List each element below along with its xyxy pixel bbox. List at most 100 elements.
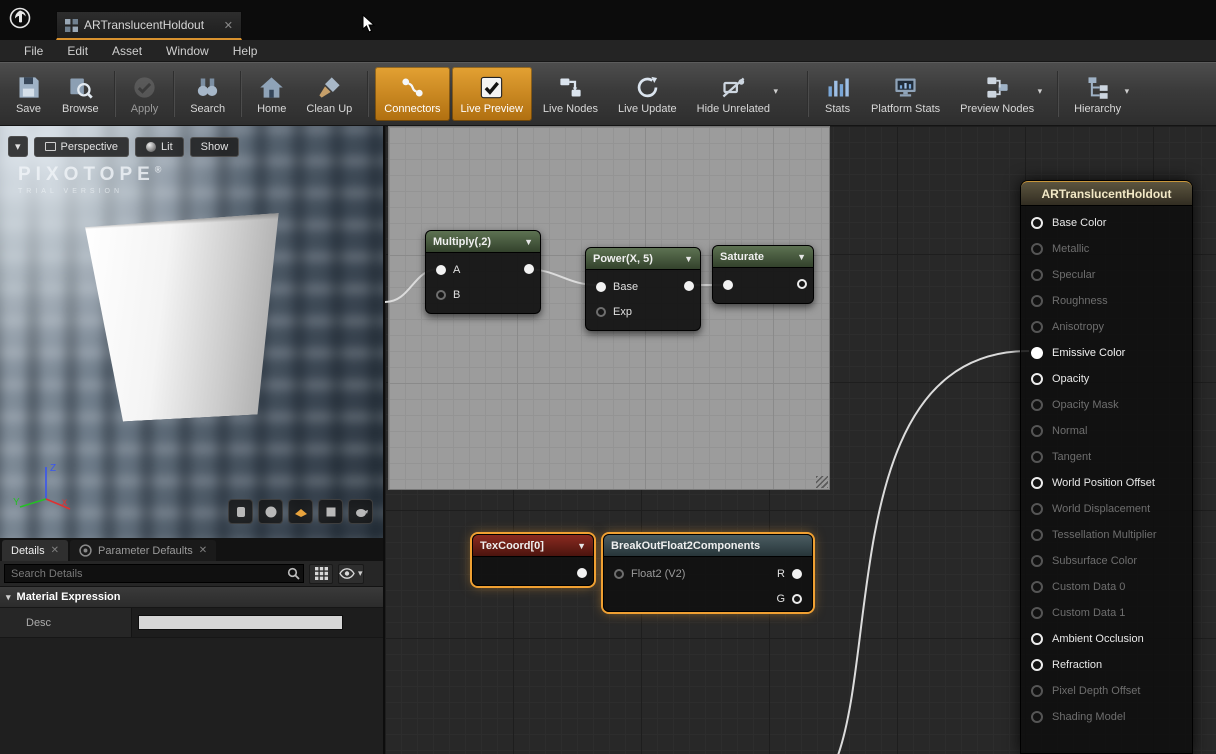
menu-file[interactable]: File (14, 42, 53, 60)
output-pin-g[interactable] (792, 594, 802, 604)
pin-base-color[interactable]: Base Color (1021, 210, 1192, 236)
output-pin[interactable] (524, 264, 534, 274)
node-caret-icon[interactable]: ▼ (577, 541, 586, 551)
perspective-button[interactable]: Perspective (34, 137, 129, 157)
pin-emissive-color[interactable]: Emissive Color (1021, 340, 1192, 366)
pin-custom-data-1[interactable]: Custom Data 1 (1021, 600, 1192, 626)
preview-nodes-caret-icon[interactable]: ▾ (1038, 86, 1043, 97)
visibility-filter-button[interactable]: ▾ (338, 564, 364, 584)
material-expression-section-header[interactable]: ▾ Material Expression (0, 587, 383, 608)
hide-unrelated-caret-icon[interactable]: ▾ (774, 86, 779, 97)
preview-viewport[interactable]: PIXOTOPE® TRIAL VERSION ▾ Perspective Li… (0, 126, 385, 538)
input-pin-b[interactable] (436, 290, 446, 300)
asset-tab[interactable]: ARTranslucentHoldout ✕ (56, 11, 242, 40)
pin-refraction[interactable]: Refraction (1021, 652, 1192, 678)
input-pin-a[interactable] (436, 265, 446, 275)
tab-parameter-defaults-close-icon[interactable]: ✕ (199, 545, 207, 556)
tab-details-close-icon[interactable]: ✕ (51, 545, 59, 556)
node-saturate[interactable]: Saturate ▼ (712, 245, 814, 304)
menu-window[interactable]: Window (156, 42, 219, 60)
display-filter-grid-button[interactable] (309, 564, 333, 584)
browse-button[interactable]: Browse (53, 67, 108, 121)
output-pin[interactable] (577, 568, 587, 578)
pin-world-displacement[interactable]: World Displacement (1021, 496, 1192, 522)
toolbar-separator (1057, 71, 1059, 117)
node-power[interactable]: Power(X, 5) ▼ Base Exp (585, 247, 701, 331)
lit-button[interactable]: Lit (135, 137, 184, 157)
axis-y-label: Y (13, 497, 20, 508)
node-texcoord[interactable]: TexCoord[0] ▼ (472, 534, 594, 586)
show-button[interactable]: Show (190, 137, 240, 157)
desc-input[interactable] (138, 615, 343, 630)
home-button[interactable]: Home (248, 67, 295, 121)
node-caret-icon[interactable]: ▼ (684, 254, 693, 264)
pin-anisotropy[interactable]: Anisotropy (1021, 314, 1192, 340)
preview-nodes-button[interactable]: Preview Nodes ▾ (951, 67, 1043, 121)
node-caret-icon[interactable]: ▼ (524, 237, 533, 247)
pin-icon (1031, 217, 1043, 229)
cube-shape-button[interactable] (318, 499, 343, 524)
toolbar-separator (367, 71, 369, 117)
pin-world-position-offset[interactable]: World Position Offset (1021, 470, 1192, 496)
pin-subsurface-color[interactable]: Subsurface Color (1021, 548, 1192, 574)
output-pin-r[interactable] (792, 569, 802, 579)
pin-custom-data-0[interactable]: Custom Data 0 (1021, 574, 1192, 600)
output-pin[interactable] (797, 279, 807, 289)
pin-opacity-mask[interactable]: Opacity Mask (1021, 392, 1192, 418)
sphere-shape-button[interactable] (258, 499, 283, 524)
input-pin-base[interactable] (596, 282, 606, 292)
plane-shape-button[interactable] (288, 499, 313, 524)
live-nodes-button[interactable]: Live Nodes (534, 67, 607, 121)
input-pin[interactable] (723, 280, 733, 290)
search-details-input[interactable] (4, 564, 304, 583)
browse-icon (67, 74, 94, 101)
pin-roughness[interactable]: Roughness (1021, 288, 1192, 314)
preview-nodes-icon (984, 74, 1011, 101)
tab-details[interactable]: Details ✕ (2, 540, 68, 561)
input-pin-exp[interactable] (596, 307, 606, 317)
search-button[interactable]: Search (181, 67, 234, 121)
viewport-options-button[interactable]: ▾ (8, 136, 28, 157)
live-update-button[interactable]: Live Update (609, 67, 686, 121)
clean-up-button[interactable]: Clean Up (297, 67, 361, 121)
menu-help[interactable]: Help (223, 42, 268, 60)
connectors-button[interactable]: Connectors (375, 67, 449, 121)
pin-specular[interactable]: Specular (1021, 262, 1192, 288)
pin-shading-model[interactable]: Shading Model (1021, 704, 1192, 730)
output-pin[interactable] (684, 281, 694, 291)
menu-asset[interactable]: Asset (102, 42, 152, 60)
pin-tangent[interactable]: Tangent (1021, 444, 1192, 470)
toolbar-separator (807, 71, 809, 117)
node-multiply[interactable]: Multiply(,2) ▼ A B (425, 230, 541, 314)
pin-icon (1031, 425, 1043, 437)
pin-ambient-occlusion[interactable]: Ambient Occlusion (1021, 626, 1192, 652)
cylinder-shape-button[interactable] (228, 499, 253, 524)
hierarchy-caret-icon[interactable]: ▾ (1125, 86, 1130, 97)
hierarchy-button[interactable]: Hierarchy ▾ (1065, 67, 1130, 121)
pin-opacity[interactable]: Opacity (1021, 366, 1192, 392)
tab-close-icon[interactable]: ✕ (224, 19, 233, 32)
pin-tessellation-multiplier[interactable]: Tessellation Multiplier (1021, 522, 1192, 548)
pin-normal[interactable]: Normal (1021, 418, 1192, 444)
connectors-icon (399, 74, 426, 101)
node-caret-icon[interactable]: ▼ (797, 252, 806, 262)
material-graph[interactable]: Multiply(,2) ▼ A B Power(X, 5) ▼ (385, 126, 1216, 754)
pin-icon (1031, 711, 1043, 723)
live-preview-button[interactable]: Live Preview (452, 67, 532, 121)
node-material-result[interactable]: ARTranslucentHoldout Base Color Metallic… (1020, 180, 1193, 754)
stats-button[interactable]: Stats (815, 67, 860, 121)
node-breakout-float2[interactable]: BreakOutFloat2Components Float2 (V2) R G (603, 534, 813, 612)
teapot-shape-button[interactable] (348, 499, 373, 524)
platform-stats-button[interactable]: Platform Stats (862, 67, 949, 121)
pin-pixel-depth-offset[interactable]: Pixel Depth Offset (1021, 678, 1192, 704)
hide-unrelated-button[interactable]: Hide Unrelated ▾ (688, 67, 779, 121)
pin-icon (1031, 529, 1043, 541)
tab-parameter-defaults[interactable]: Parameter Defaults ✕ (70, 540, 216, 561)
input-pin-float2[interactable] (614, 569, 624, 579)
viewport-controls: ▾ Perspective Lit Show (8, 136, 239, 157)
pin-metallic[interactable]: Metallic (1021, 236, 1192, 262)
pin-icon (1031, 269, 1043, 281)
save-button[interactable]: Save (6, 67, 51, 121)
menu-edit[interactable]: Edit (57, 42, 98, 60)
pin-icon (1031, 503, 1043, 515)
